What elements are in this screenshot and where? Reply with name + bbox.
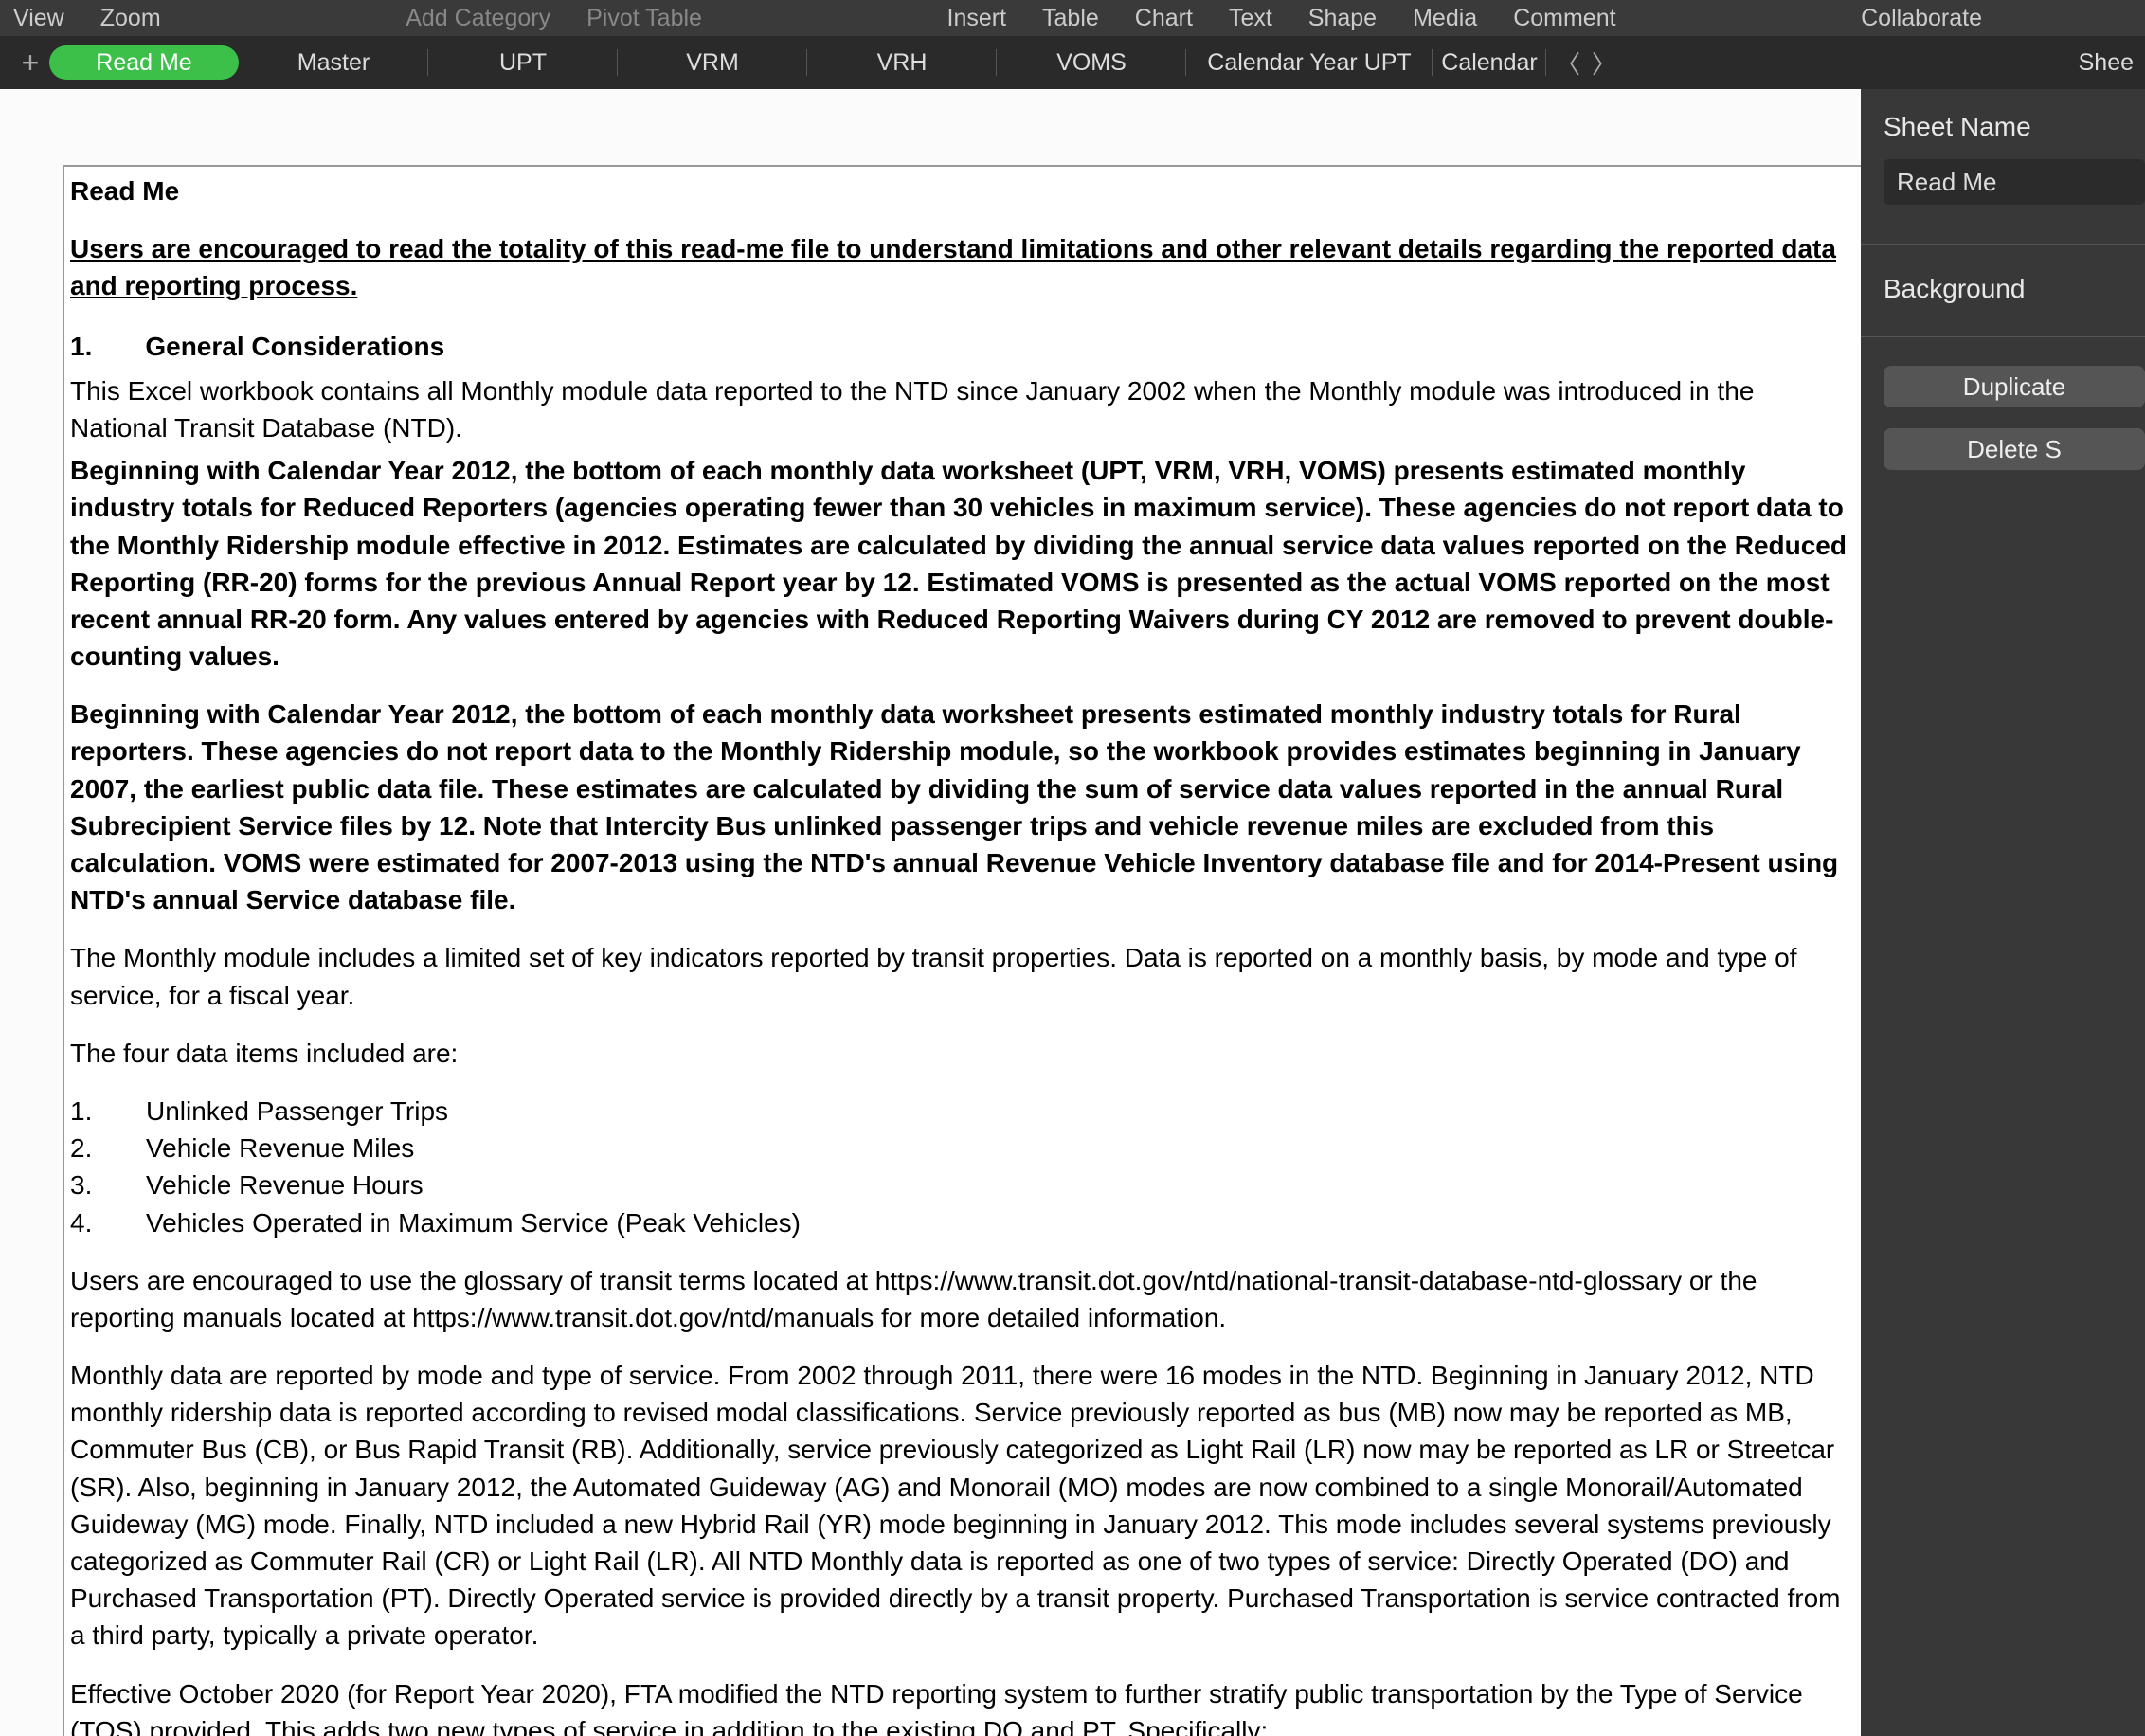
inspector-panel: Sheet Name Read Me Background Duplicate … [1861,89,2145,1736]
doc-p3: Beginning with Calendar Year 2012, the b… [70,696,1848,918]
tabs-scroll-right-icon[interactable]: 〉 [1592,45,1616,81]
table-menu[interactable]: Table [1042,5,1099,32]
doc-p2: Beginning with Calendar Year 2012, the b… [70,452,1848,675]
doc-list: 1.Unlinked Passenger Trips 2.Vehicle Rev… [70,1093,1848,1241]
main-toolbar: View Zoom Add Category Pivot Table Inser… [0,0,2145,36]
list-item: Vehicle Revenue Miles [146,1133,414,1163]
delete-sheet-button[interactable]: Delete S [1884,428,2145,470]
collaborate-button[interactable]: Collaborate [1861,5,1982,32]
sheet-name-input[interactable]: Read Me [1884,159,2145,205]
tab-voms[interactable]: VOMS [997,45,1186,80]
tab-overflow[interactable]: Shee [2058,49,2134,77]
comment-menu[interactable]: Comment [1513,5,1615,32]
doc-intro: Users are encouraged to read the totalit… [70,230,1848,304]
duplicate-button[interactable]: Duplicate [1884,366,2145,407]
sheet-name-label: Sheet Name [1884,112,2145,142]
insert-menu[interactable]: Insert [947,5,1007,32]
spreadsheet-canvas[interactable]: Read Me Users are encouraged to read the… [0,89,1861,1736]
tab-master[interactable]: Master [239,45,428,80]
doc-p7: Monthly data are reported by mode and ty… [70,1357,1848,1655]
tabs-scroll-left-icon[interactable]: 〈 [1556,45,1580,81]
zoom-menu[interactable]: Zoom [100,5,161,32]
tab-calendar-year-upt[interactable]: Calendar Year UPT [1186,45,1433,80]
tab-upt[interactable]: UPT [428,45,618,80]
add-category-button[interactable]: Add Category [406,5,550,32]
view-menu[interactable]: View [13,5,64,32]
chart-menu[interactable]: Chart [1135,5,1193,32]
tab-vrh[interactable]: VRH [807,45,997,80]
list-item: Unlinked Passenger Trips [146,1096,448,1126]
tab-vrm[interactable]: VRM [618,45,807,80]
doc-p6: Users are encouraged to use the glossary… [70,1262,1848,1336]
background-label: Background [1884,274,2145,304]
tab-calendar[interactable]: Calendar [1433,45,1546,80]
add-sheet-button[interactable]: + [11,45,49,81]
doc-p8: Effective October 2020 (for Report Year … [70,1675,1848,1736]
doc-section-1: 1. General Considerations [70,328,1848,365]
doc-p4: The Monthly module includes a limited se… [70,939,1848,1013]
media-menu[interactable]: Media [1413,5,1477,32]
doc-p5: The four data items included are: [70,1035,1848,1072]
shape-menu[interactable]: Shape [1308,5,1377,32]
pivot-table-button[interactable]: Pivot Table [586,5,702,32]
list-item: Vehicles Operated in Maximum Service (Pe… [146,1208,801,1238]
tab-read-me[interactable]: Read Me [49,45,239,80]
doc-title: Read Me [70,172,1848,209]
list-item: Vehicle Revenue Hours [146,1170,424,1200]
text-menu[interactable]: Text [1229,5,1272,32]
document-cell: Read Me Users are encouraged to read the… [63,165,1861,1736]
sheet-tabs: + Read Me Master UPT VRM VRH VOMS Calend… [0,36,2145,89]
doc-p1: This Excel workbook contains all Monthly… [70,372,1848,446]
